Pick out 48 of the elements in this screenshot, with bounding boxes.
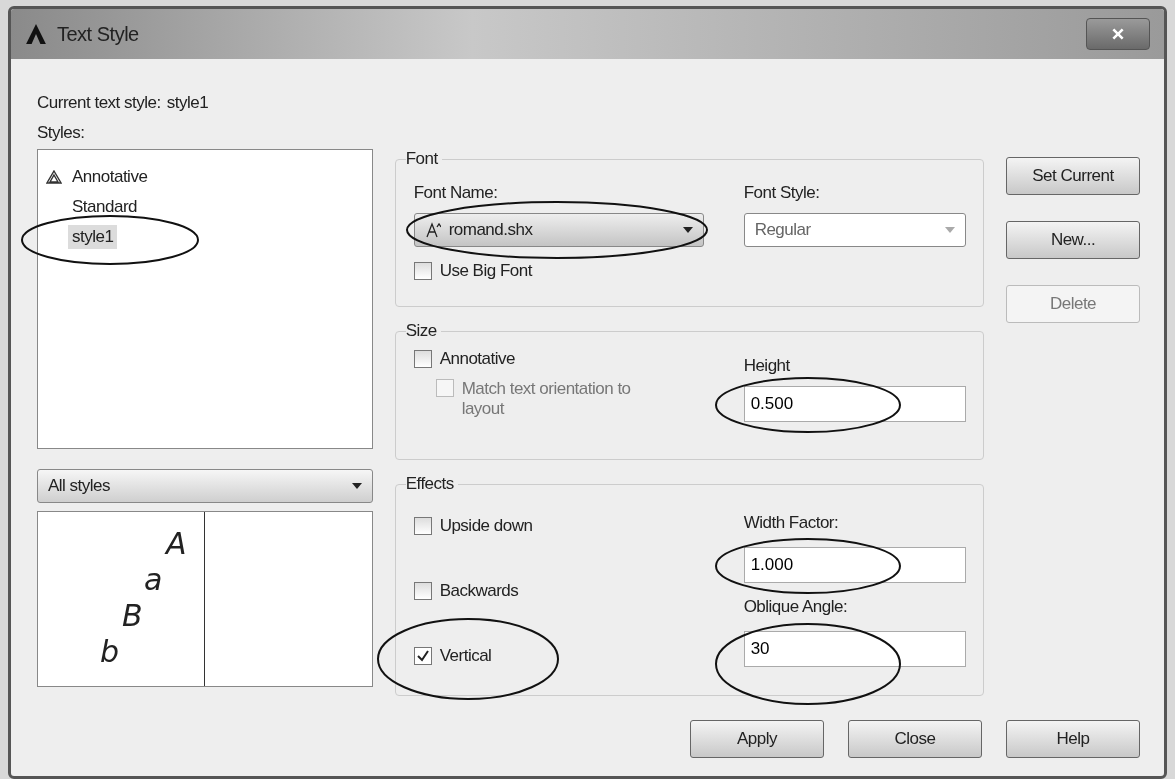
width-factor-label: Width Factor:	[743, 513, 840, 533]
font-name-label: Font Name:	[413, 183, 499, 203]
oblique-angle-input[interactable]: 30	[743, 631, 966, 667]
window-title: Text Style	[57, 22, 140, 46]
effect-label: Upside down	[439, 516, 533, 536]
styles-filter-dropdown[interactable]: All styles	[37, 469, 373, 503]
dialog-button[interactable]: Close	[848, 720, 982, 758]
dialog-button[interactable]: Apply	[690, 720, 824, 758]
font-name-dropdown[interactable]: romand.shx	[413, 213, 704, 247]
style-list-item[interactable]: Standard	[68, 195, 141, 219]
effect-checkbox[interactable]	[413, 517, 432, 535]
dropdown-caret-icon	[944, 227, 955, 233]
side-button[interactable]: New...	[1006, 221, 1140, 259]
effect-label: Backwards	[439, 581, 519, 601]
font-group-title: Font	[405, 149, 439, 169]
preview-letter: B	[122, 598, 144, 634]
styles-label: Styles:	[37, 123, 86, 143]
oblique-angle-label: Oblique Angle:	[743, 597, 849, 617]
side-button[interactable]: Set Current	[1006, 157, 1140, 195]
font-style-label: Font Style:	[743, 183, 821, 203]
shx-font-icon	[424, 222, 441, 238]
match-orientation-label: Match text orientation to layout	[461, 379, 632, 419]
close-button[interactable]	[1086, 18, 1150, 50]
effect-label: Vertical	[439, 646, 492, 666]
app-logo-icon	[25, 23, 47, 45]
style-list-item[interactable]: style1	[68, 225, 118, 249]
width-factor-input[interactable]: 1.000	[743, 547, 966, 583]
preview-letter: A	[166, 526, 188, 562]
preview-letter: b	[100, 634, 120, 670]
preview-letter: a	[144, 562, 163, 598]
close-icon	[1111, 27, 1125, 41]
dialog-button[interactable]: Help	[1006, 720, 1140, 758]
use-big-font-checkbox[interactable]	[413, 262, 432, 280]
effect-checkbox[interactable]	[413, 582, 432, 600]
dropdown-caret-icon	[351, 483, 362, 489]
height-label: Height	[743, 356, 791, 376]
current-style-label: Current text style:	[37, 93, 161, 113]
annotative-triangle-icon	[46, 170, 62, 184]
use-big-font-label: Use Big Font	[439, 261, 532, 281]
effect-checkbox[interactable]	[413, 647, 432, 665]
height-input[interactable]: 0.500	[743, 386, 966, 422]
dropdown-caret-icon	[682, 227, 693, 233]
current-style-value: style1	[166, 93, 209, 113]
effects-group-title: Effects	[405, 474, 455, 494]
style-list-item[interactable]: Annotative	[68, 165, 152, 189]
size-group-title: Size	[405, 321, 438, 341]
annotative-checkbox[interactable]	[413, 350, 432, 368]
annotative-label: Annotative	[439, 349, 515, 369]
